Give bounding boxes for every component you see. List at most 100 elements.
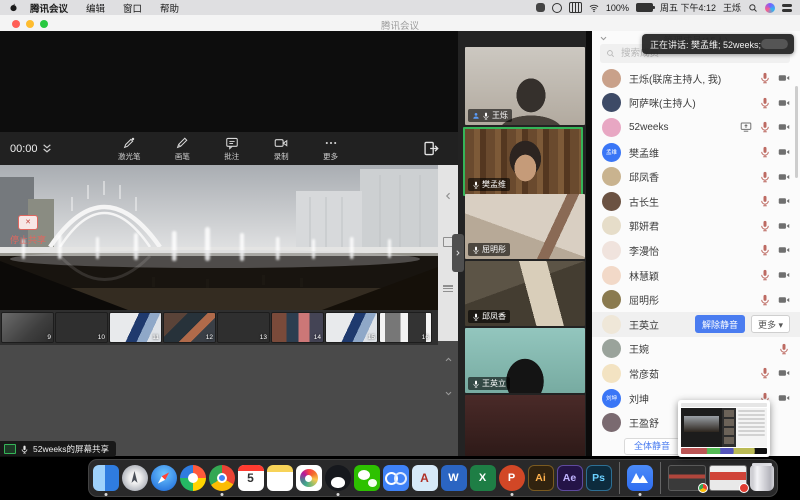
more-button[interactable]: 更多 ▾ [751, 315, 790, 333]
camera-icon[interactable] [778, 171, 790, 183]
dock-item-minimized-window-1[interactable] [668, 459, 706, 497]
menu-username[interactable]: 王烁 [723, 1, 741, 14]
mic-icon[interactable] [759, 121, 771, 133]
status-app-icon[interactable] [536, 3, 545, 12]
member-row-hovered[interactable]: 王英立 解除静音 更多 ▾ [592, 312, 800, 337]
member-row[interactable]: 阿萨咪(主持人) [592, 91, 800, 116]
chevron-left-icon[interactable] [443, 191, 453, 201]
status-ring-icon[interactable] [552, 3, 562, 13]
mic-icon[interactable] [759, 269, 771, 281]
dock-item-photoshop[interactable]: Ps [586, 459, 612, 497]
dock-item-browser-360[interactable] [180, 459, 206, 497]
slide-thumbnail[interactable]: 15 [326, 313, 377, 342]
camera-icon[interactable] [778, 269, 790, 281]
slide-thumbnail[interactable]: 10 [56, 313, 107, 342]
camera-icon[interactable] [778, 195, 790, 207]
mic-icon[interactable] [759, 97, 771, 109]
slide-thumbnail[interactable]: 14 [272, 313, 323, 342]
menu-help[interactable]: 帮助 [160, 1, 179, 15]
more-tool[interactable]: 更多 [323, 136, 338, 162]
dock-item-qq[interactable] [325, 459, 351, 497]
member-row[interactable]: 孟维 樊孟维 [592, 140, 800, 165]
battery-icon[interactable] [636, 3, 653, 12]
pen-tool[interactable]: 画笔 [175, 136, 190, 162]
video-tile-speaking[interactable]: 樊孟维 [463, 127, 583, 196]
screen-share-icon[interactable] [740, 121, 752, 133]
dock-item-photos[interactable] [296, 459, 322, 497]
mic-icon[interactable] [759, 72, 771, 84]
wifi-icon[interactable] [589, 3, 599, 13]
dock-item-illustrator[interactable]: Ai [528, 459, 554, 497]
camera-icon[interactable] [778, 294, 790, 306]
member-row[interactable]: 屈明彤 [592, 287, 800, 312]
dock-item-tencent-meeting[interactable] [627, 459, 653, 497]
mic-icon[interactable] [778, 343, 790, 355]
strip-collapse-handle[interactable] [452, 234, 464, 272]
mic-icon[interactable] [759, 294, 771, 306]
mic-icon[interactable] [759, 220, 771, 232]
dock-item-powerpoint[interactable]: P [499, 459, 525, 497]
video-tile-partial[interactable] [465, 395, 585, 456]
share-timer[interactable]: 00:00 [10, 143, 52, 155]
floating-preview-window[interactable] [678, 400, 770, 457]
stop-share-button[interactable]: ✕ 停止共享 [2, 215, 54, 246]
menu-lines-icon[interactable] [443, 285, 453, 292]
camera-icon[interactable] [778, 244, 790, 256]
dock-item-notes[interactable] [267, 459, 293, 497]
member-row[interactable]: 王婉 [592, 337, 800, 362]
dock-item-safari[interactable] [151, 459, 177, 497]
dock-item-minimized-window-2[interactable] [709, 459, 747, 497]
member-row[interactable]: 常彦茹 [592, 361, 800, 386]
control-center-icon[interactable] [782, 4, 792, 12]
dock-item-wechat[interactable] [354, 459, 380, 497]
input-source-icon[interactable] [569, 2, 582, 13]
collapse-toolbar-icon[interactable] [42, 143, 52, 155]
slide-thumbnail[interactable]: 16 [380, 313, 431, 342]
slide-thumbnail[interactable]: 12 [164, 313, 215, 342]
member-row[interactable]: 52weeks [592, 115, 800, 140]
mic-icon[interactable] [759, 195, 771, 207]
chevron-down-icon[interactable] [444, 389, 453, 398]
dock-item-excel[interactable]: X [470, 459, 496, 497]
camera-icon[interactable] [778, 72, 790, 84]
dock-item-autocad[interactable]: A [412, 459, 438, 497]
menu-datetime[interactable]: 周五 下午4:12 [660, 1, 716, 14]
camera-icon[interactable] [778, 392, 790, 404]
menu-window[interactable]: 窗口 [123, 1, 142, 15]
dock-item-blue-rings-app[interactable] [383, 459, 409, 497]
dock-item-chrome[interactable] [209, 459, 235, 497]
spotlight-search-icon[interactable] [748, 3, 758, 13]
member-row[interactable]: 李漫怡 [592, 238, 800, 263]
apple-menu-icon[interactable] [9, 3, 18, 12]
member-row[interactable]: 邱凤香 [592, 164, 800, 189]
member-row[interactable]: 郭妍君 [592, 214, 800, 239]
annotate-tool[interactable]: 批注 [224, 136, 239, 162]
exit-annotation-icon[interactable] [423, 140, 440, 157]
video-tile[interactable]: 屈明彤 [465, 194, 585, 259]
panel-scrollbar[interactable] [795, 86, 798, 178]
mute-all-button[interactable]: 全体静音 [624, 438, 680, 455]
dock-item-finder[interactable] [93, 459, 119, 497]
mic-icon[interactable] [759, 244, 771, 256]
menu-edit[interactable]: 编辑 [86, 1, 105, 15]
mic-icon[interactable] [759, 146, 771, 158]
member-row[interactable]: 古长生 [592, 189, 800, 214]
chevron-up-icon[interactable] [444, 355, 453, 364]
camera-icon[interactable] [778, 97, 790, 109]
member-row[interactable]: 林慧颖 [592, 263, 800, 288]
dock-item-trash[interactable] [750, 459, 774, 497]
menu-app-name[interactable]: 腾讯会议 [30, 1, 68, 15]
slide-thumbnail[interactable]: 11 [110, 313, 161, 342]
mic-icon[interactable] [759, 171, 771, 183]
dock-item-after-effects[interactable]: Ae [557, 459, 583, 497]
video-tile[interactable]: 王英立 [465, 328, 585, 393]
camera-icon[interactable] [778, 121, 790, 133]
dock-item-calendar[interactable]: 5 [238, 459, 264, 497]
dock-item-word[interactable]: W [441, 459, 467, 497]
dock-item-launchpad[interactable] [122, 459, 148, 497]
video-tile[interactable]: 王烁 [465, 47, 585, 125]
slide-thumbnail[interactable]: 9 [2, 313, 53, 342]
member-row[interactable]: 王烁(联席主持人, 我) [592, 66, 800, 91]
laser-pen-tool[interactable]: 激光笔 [118, 136, 141, 162]
record-tool[interactable]: 录制 [274, 136, 289, 162]
